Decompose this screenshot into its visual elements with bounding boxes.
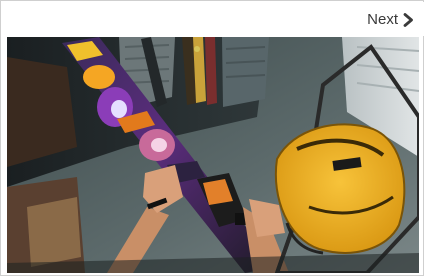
next-button-label: Next: [367, 11, 398, 28]
gallery-frame: Next: [0, 0, 424, 276]
next-button[interactable]: Next: [367, 8, 414, 32]
photo-snowboard-icon: [7, 37, 419, 273]
chevron-right-icon: [402, 13, 414, 27]
main-photo: [7, 37, 419, 273]
gallery-toolbar: Next: [2, 2, 424, 36]
